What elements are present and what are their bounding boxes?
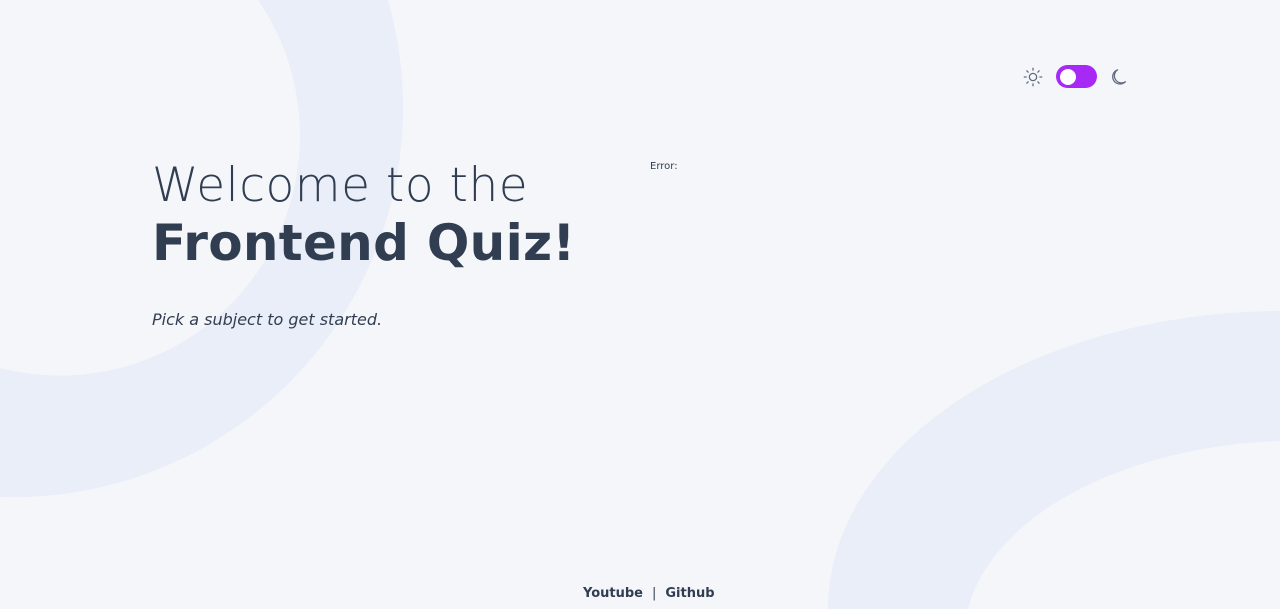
footer-separator: | [652, 586, 657, 601]
background-pattern [0, 0, 1280, 609]
theme-switch-knob [1060, 68, 1076, 85]
moon-icon [1112, 69, 1127, 85]
error-label: Error: [650, 161, 678, 172]
subtitle: Pick a subject to get started. [152, 310, 383, 329]
welcome-title-bold: Frontend Quiz! [152, 214, 576, 272]
footer: Youtube | Github [583, 586, 715, 601]
youtube-link[interactable]: Youtube [583, 586, 643, 601]
github-link[interactable]: Github [665, 586, 714, 601]
theme-switch[interactable] [1056, 65, 1097, 88]
sun-icon [1023, 67, 1043, 87]
welcome-heading: Welcome to the Frontend Quiz! [152, 158, 576, 272]
welcome-title-light: Welcome to the [152, 158, 529, 213]
